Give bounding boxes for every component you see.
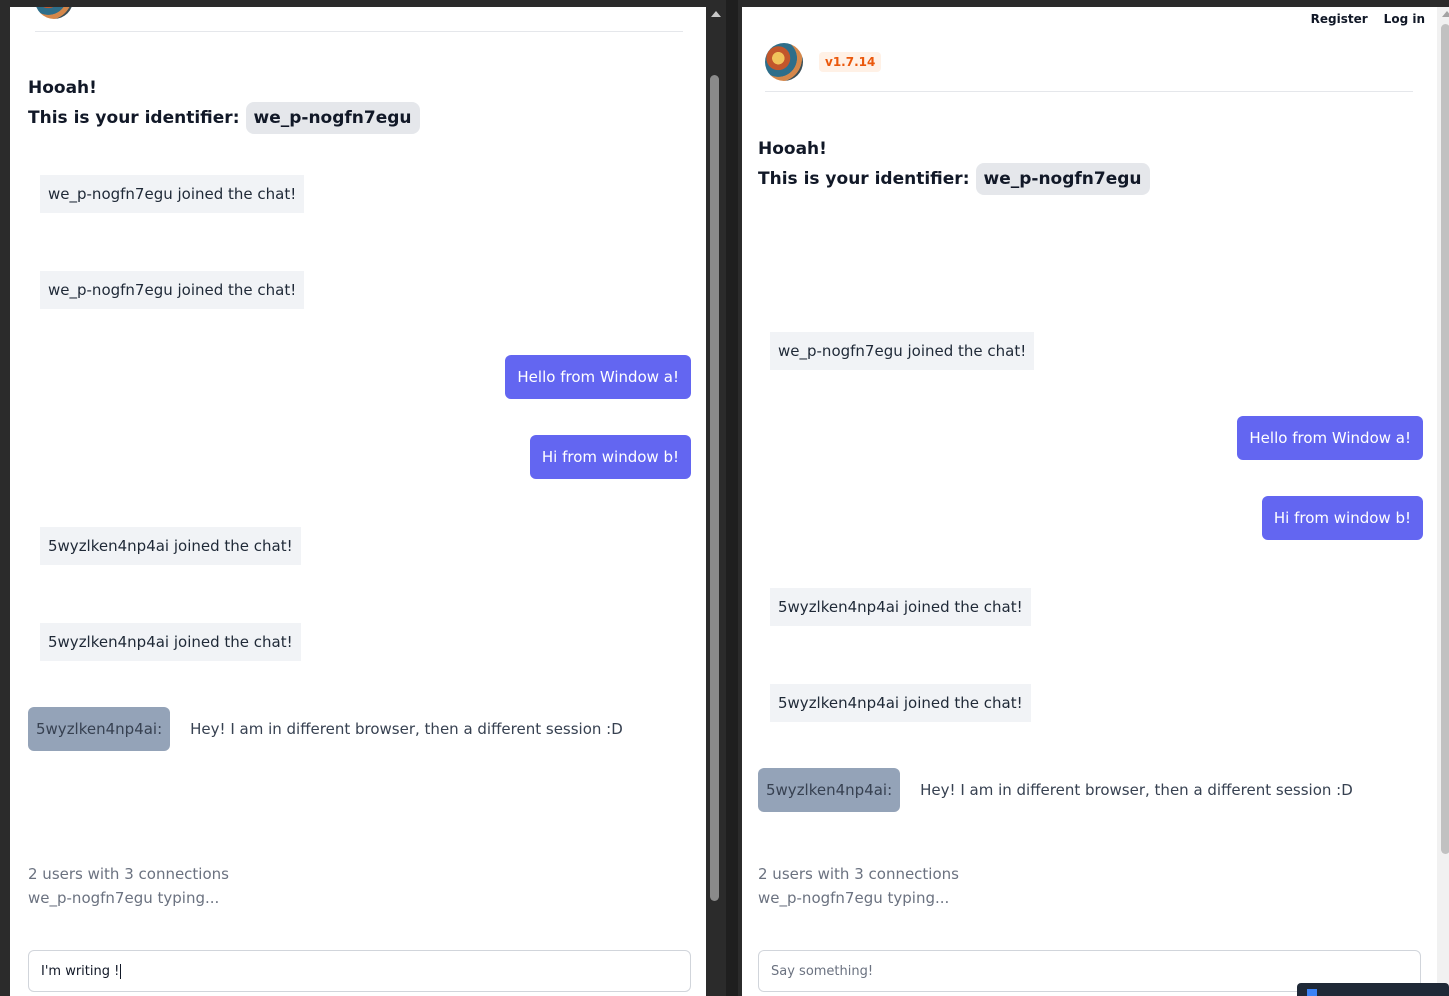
message-text: Hey! I am in different browser, then a d…	[920, 781, 1353, 799]
own-message: Hello from Window a!	[1237, 416, 1423, 460]
text-caret	[120, 963, 122, 979]
greeting: Hooah!	[28, 78, 97, 98]
system-message: we_p-nogfn7egu joined the chat!	[770, 332, 1035, 370]
user-message: 5wyzlken4np4ai: Hey! I am in different b…	[28, 707, 623, 751]
header-divider	[35, 31, 683, 32]
connection-status: 2 users with 3 connections	[28, 865, 229, 883]
login-link[interactable]: Log in	[1384, 12, 1425, 26]
header-divider	[765, 91, 1413, 92]
system-message: we_p-nogfn7egu joined the chat!	[40, 175, 305, 213]
taskbar-corner	[1297, 983, 1449, 996]
identifier-row: This is your identifier: we_p-nogfn7egu	[28, 102, 420, 134]
message-input-value: I'm writing !	[41, 963, 120, 979]
scrollbar-thumb[interactable]	[1441, 24, 1449, 854]
user-message: 5wyzlken4np4ai: Hey! I am in different b…	[758, 768, 1353, 812]
avatar[interactable]	[765, 43, 803, 81]
system-message: 5wyzlken4np4ai joined the chat!	[40, 527, 301, 565]
chat-window-a: Hooah! This is your identifier: we_p-nog…	[0, 0, 726, 996]
own-message: Hello from Window a!	[505, 355, 691, 399]
scrollbar-thumb[interactable]	[710, 75, 719, 901]
register-link[interactable]: Register	[1311, 12, 1368, 26]
system-message: 5wyzlken4np4ai joined the chat!	[40, 623, 301, 661]
system-message: 5wyzlken4np4ai joined the chat!	[770, 684, 1031, 722]
typing-indicator: we_p-nogfn7egu typing...	[28, 889, 220, 907]
own-message: Hi from window b!	[529, 435, 691, 479]
user-tag: 5wyzlken4np4ai:	[758, 768, 901, 812]
own-message: Hi from window b!	[1261, 496, 1423, 540]
identifier-label: This is your identifier:	[758, 169, 970, 189]
scrollbar[interactable]	[706, 7, 726, 996]
message-input[interactable]: I'm writing !	[28, 950, 691, 992]
identifier-row: This is your identifier: we_p-nogfn7egu	[758, 163, 1150, 195]
scroll-up-arrow-icon[interactable]	[711, 11, 721, 17]
identifier-badge: we_p-nogfn7egu	[245, 102, 420, 134]
avatar[interactable]	[35, 7, 73, 19]
version-badge: v1.7.14	[819, 52, 882, 72]
chat-page-a: Hooah! This is your identifier: we_p-nog…	[10, 7, 706, 996]
chat-window-b: Register Log in v1.7.14 Hooah! This is y…	[738, 0, 1449, 996]
message-input-placeholder: Say something!	[771, 963, 874, 979]
system-message: we_p-nogfn7egu joined the chat!	[40, 271, 305, 309]
system-message: 5wyzlken4np4ai joined the chat!	[770, 588, 1031, 626]
identifier-label: This is your identifier:	[28, 108, 240, 128]
top-nav: Register Log in	[1311, 12, 1425, 26]
identifier-badge: we_p-nogfn7egu	[975, 163, 1150, 195]
user-tag: 5wyzlken4np4ai:	[28, 707, 171, 751]
scroll-up-arrow-icon[interactable]	[1442, 11, 1449, 17]
typing-indicator: we_p-nogfn7egu typing...	[758, 889, 950, 907]
scrollbar[interactable]	[1437, 7, 1449, 996]
message-text: Hey! I am in different browser, then a d…	[190, 720, 623, 738]
app-icon	[1307, 989, 1317, 996]
chat-page-b: Register Log in v1.7.14 Hooah! This is y…	[742, 7, 1437, 996]
greeting: Hooah!	[758, 139, 827, 159]
connection-status: 2 users with 3 connections	[758, 865, 959, 883]
